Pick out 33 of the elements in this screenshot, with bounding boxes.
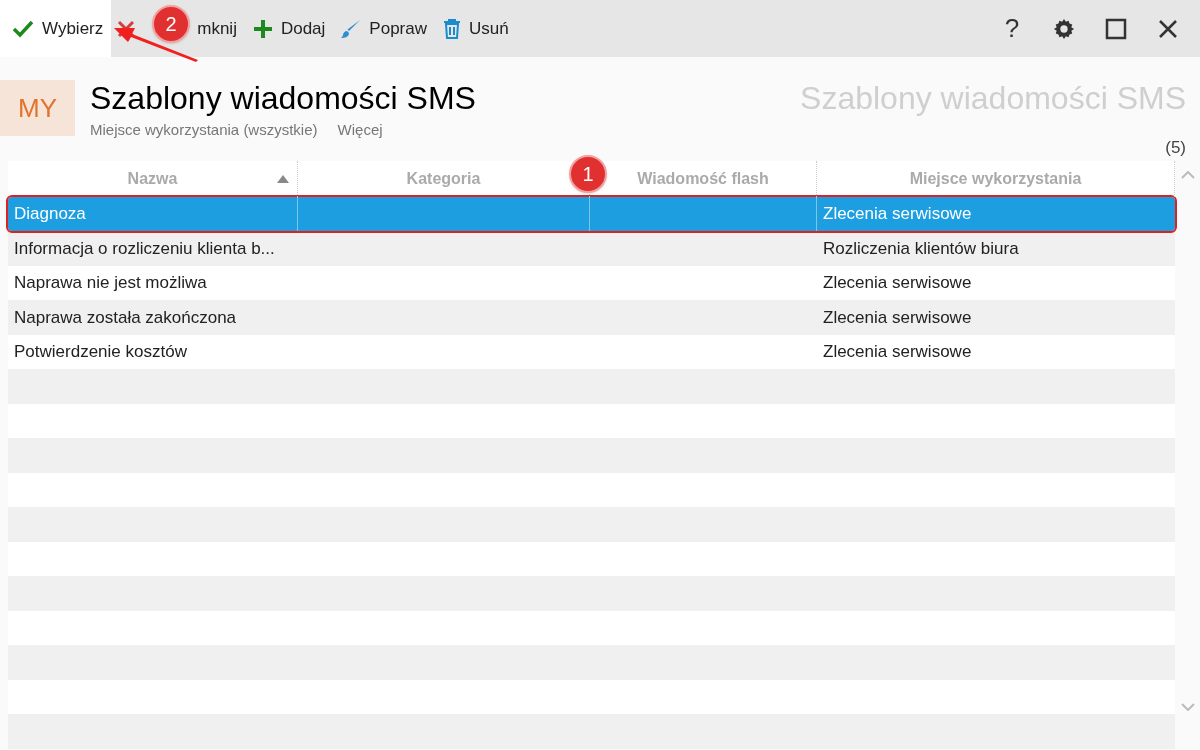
- table-cell-text: Zlecenia serwisowe: [823, 341, 972, 363]
- page-title: Szablony wiadomości SMS: [90, 79, 476, 117]
- table-cell-text: Zlecenia serwisowe: [823, 272, 972, 294]
- gear-icon: [1053, 17, 1075, 40]
- toolbar-button[interactable]: Popraw: [333, 0, 435, 57]
- toolbar-button[interactable]: Wybierz: [0, 0, 112, 57]
- close-icon: [1158, 18, 1178, 39]
- callout-badge: 1: [569, 155, 607, 193]
- maximize-icon: [1105, 17, 1127, 40]
- check-icon: [12, 19, 34, 38]
- table-cell-text: Zlecenia serwisowe: [823, 306, 972, 329]
- toolbar-button[interactable]: Usuń: [435, 0, 517, 57]
- help-button[interactable]: ?: [992, 8, 1032, 49]
- table-cell-text: Informacja o rozliczeniu klienta b...: [14, 237, 275, 260]
- table-row[interactable]: Naprawa została zakończona Zlecenia serwisowe: [8, 300, 1175, 335]
- table-cell-text: Rozliczenia klientów biura: [823, 237, 1019, 260]
- module-badge: MY: [0, 80, 75, 136]
- brush-icon: [341, 18, 362, 39]
- trash-icon: [443, 18, 461, 39]
- filter-link[interactable]: Miejsce wykorzystania (wszystkie): [90, 119, 318, 142]
- table-cell-text: Potwierdzenie kosztów: [14, 341, 187, 363]
- table-cell-text: Naprawa nie jest możliwa: [14, 272, 207, 294]
- plus-icon: [252, 18, 273, 39]
- table-cell-text: Zlecenia serwisowe: [823, 203, 972, 225]
- record-count: (5): [1165, 137, 1186, 159]
- table-row[interactable]: Naprawa nie jest możliwa Zlecenia serwisowe: [8, 265, 1175, 300]
- table-row[interactable]: Informacja o rozliczeniu klienta b... Rozliczenia klientów biura: [8, 231, 1175, 266]
- table-cell-text: Diagnoza: [14, 203, 86, 225]
- table-cell-text: Naprawa została zakończona: [14, 306, 237, 329]
- close-icon: [117, 19, 136, 38]
- toolbar-button[interactable]: Dodaj: [244, 0, 334, 57]
- table-row[interactable]: Potwierdzenie kosztów Zlecenia serwisowe: [8, 334, 1175, 369]
- more-link[interactable]: Więcej: [337, 119, 383, 142]
